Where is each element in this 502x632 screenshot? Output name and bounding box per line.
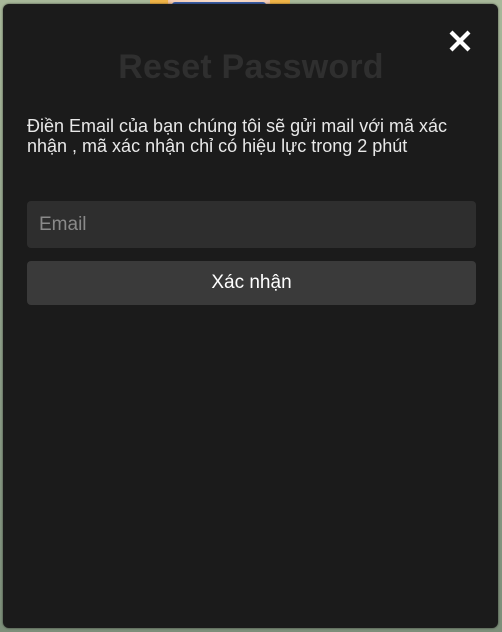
email-input[interactable] — [27, 201, 476, 248]
confirm-button[interactable]: Xác nhận — [27, 261, 476, 305]
modal-description: Điền Email của bạn chúng tôi sẽ gửi mail… — [27, 116, 448, 156]
reset-password-modal — [3, 4, 498, 628]
modal-title: Reset Password — [118, 48, 384, 86]
